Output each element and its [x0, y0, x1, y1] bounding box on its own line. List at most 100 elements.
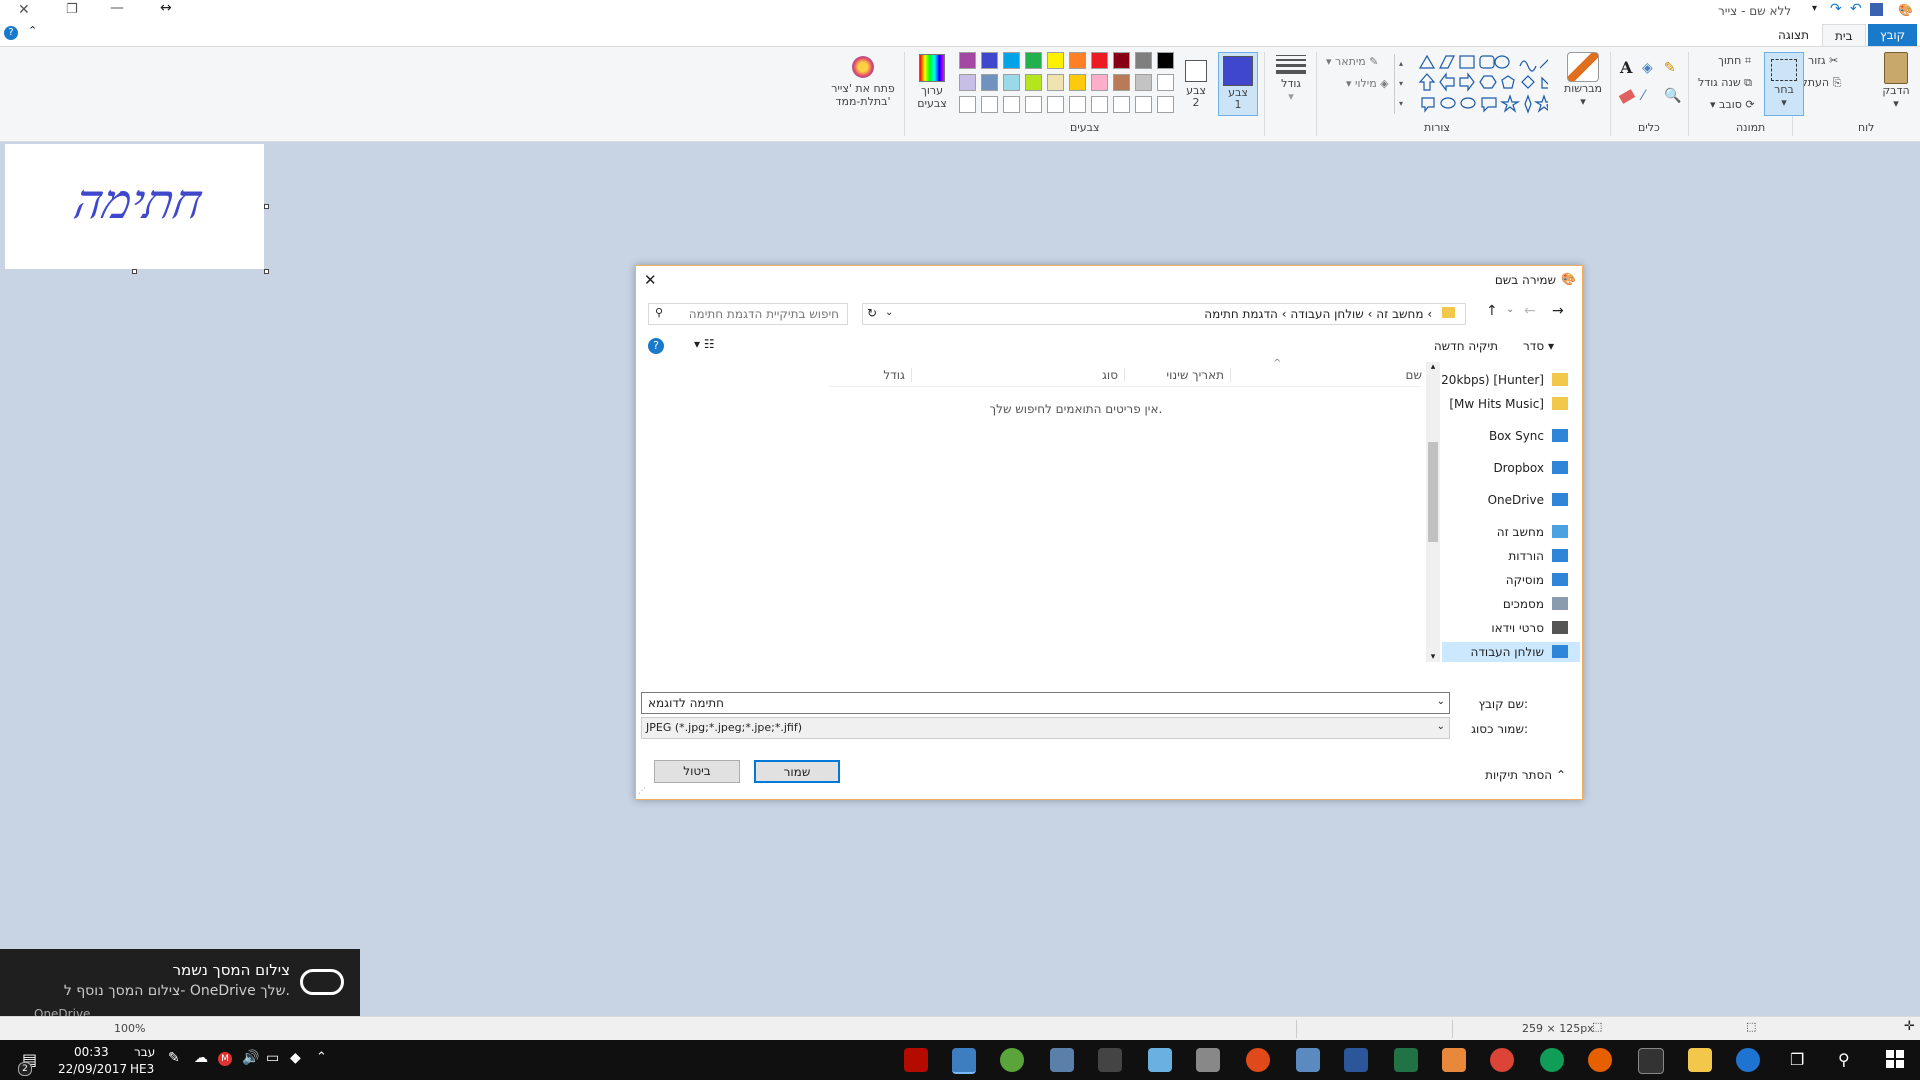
- address-bar[interactable]: ↻ ⌄ › מחשב זה › שולחן העבודה › הדגמת חתי…: [862, 303, 1466, 325]
- fill-bucket-icon[interactable]: ◈: [1642, 60, 1653, 76]
- volume-icon[interactable]: 🔊: [242, 1050, 259, 1066]
- saveas-type-select[interactable]: JPEG (*.jpg;*.jpeg;*.jpe;*.jfif) ⌄: [641, 717, 1450, 739]
- palette-swatch[interactable]: [981, 52, 998, 69]
- tab-view[interactable]: תצוגה: [1766, 24, 1821, 46]
- filename-dropdown-icon[interactable]: ⌄: [1437, 696, 1445, 707]
- store-icon[interactable]: [1638, 1048, 1664, 1074]
- onedrive-tray-icon[interactable]: ☁: [194, 1050, 208, 1066]
- address-dropdown-icon[interactable]: ⌄: [885, 307, 893, 318]
- palette-empty-swatch[interactable]: [981, 96, 998, 113]
- word-icon[interactable]: [1344, 1048, 1368, 1072]
- tray-overflow-icon[interactable]: ⌃: [316, 1050, 327, 1065]
- palette-swatch[interactable]: [1025, 74, 1042, 91]
- firefox-icon[interactable]: [1588, 1048, 1612, 1072]
- palette-swatch[interactable]: [1135, 52, 1152, 69]
- size-button[interactable]: גודל ▾: [1272, 52, 1310, 116]
- nav-item[interactable]: מוסיקה: [1442, 570, 1580, 590]
- minimize-window-button[interactable]: —: [110, 0, 124, 16]
- color-picker-icon[interactable]: ⁄: [1642, 88, 1644, 104]
- breadcrumb-item[interactable]: הדגמת חתימה: [1204, 307, 1278, 321]
- input-language[interactable]: עבר: [134, 1045, 155, 1059]
- dialog-help-icon[interactable]: ?: [648, 338, 664, 354]
- app-s-icon[interactable]: [1246, 1048, 1270, 1072]
- search-taskbar-icon[interactable]: ⚲: [1838, 1050, 1850, 1069]
- column-date[interactable]: תאריך שינוי: [1134, 368, 1231, 382]
- palette-swatch[interactable]: [981, 74, 998, 91]
- text-tool-icon[interactable]: A: [1620, 58, 1632, 77]
- palette-swatch[interactable]: [1091, 74, 1108, 91]
- chrome-icon[interactable]: [1490, 1048, 1514, 1072]
- edge-icon[interactable]: [1736, 1048, 1760, 1072]
- palette-empty-swatch[interactable]: [1091, 96, 1108, 113]
- palette-empty-swatch[interactable]: [1047, 96, 1064, 113]
- clock-time[interactable]: 00:33: [74, 1045, 109, 1059]
- resize-button[interactable]: שנה גודל ⧉: [1698, 76, 1752, 90]
- cancel-button[interactable]: ביטול: [654, 760, 740, 783]
- palette-swatch[interactable]: [1069, 52, 1086, 69]
- resize-handle-corner[interactable]: [264, 269, 269, 274]
- hide-folders-button[interactable]: הסתר תיקיות ⌃: [1485, 768, 1566, 782]
- nav-item[interactable]: מחשב זה: [1442, 522, 1580, 542]
- close-window-button[interactable]: ✕: [18, 2, 30, 18]
- nav-item[interactable]: שולחן העבודה: [1442, 642, 1580, 662]
- new-folder-button[interactable]: תיקיה חדשה: [1434, 339, 1498, 353]
- palette-empty-swatch[interactable]: [1069, 96, 1086, 113]
- drawing-canvas[interactable]: חתימה: [5, 144, 264, 269]
- utorrent-icon[interactable]: [1000, 1048, 1024, 1072]
- palette-swatch[interactable]: [1113, 52, 1130, 69]
- acrobat-icon[interactable]: [904, 1048, 928, 1072]
- powerpoint-icon[interactable]: [1442, 1048, 1466, 1072]
- palette-swatch[interactable]: [959, 74, 976, 91]
- palette-empty-swatch[interactable]: [1157, 96, 1174, 113]
- undo-icon[interactable]: ↶: [1850, 1, 1862, 17]
- column-name[interactable]: שם: [1386, 368, 1422, 382]
- back-button[interactable]: →: [1552, 303, 1564, 319]
- palette-swatch[interactable]: [1135, 74, 1152, 91]
- nav-item[interactable]: [Mw Hits Music]: [1442, 394, 1580, 414]
- file-explorer-icon[interactable]: [1688, 1048, 1712, 1072]
- palette-empty-swatch[interactable]: [1135, 96, 1152, 113]
- color-palette[interactable]: [955, 52, 1175, 118]
- device-icon[interactable]: [1296, 1048, 1320, 1072]
- palette-swatch[interactable]: [1003, 52, 1020, 69]
- network-icon[interactable]: ▭: [266, 1050, 279, 1066]
- resize-handle-right[interactable]: [264, 204, 269, 209]
- view-options-icon[interactable]: ▾ ☷: [694, 337, 715, 351]
- palette-swatch[interactable]: [1091, 52, 1108, 69]
- dropbox-tray-icon[interactable]: ◆: [290, 1050, 301, 1066]
- nav-item[interactable]: Box Sync: [1442, 426, 1580, 446]
- nav-item[interactable]: הורדות: [1442, 546, 1580, 566]
- palette-swatch[interactable]: [1157, 52, 1174, 69]
- palette-swatch[interactable]: [1113, 74, 1130, 91]
- palette-empty-swatch[interactable]: [1003, 96, 1020, 113]
- brushes-button[interactable]: מברשות ▾: [1562, 52, 1604, 116]
- crop-button[interactable]: חתוך ⌗: [1718, 54, 1751, 68]
- recent-dropdown-icon[interactable]: ⌄: [1506, 304, 1514, 315]
- palette-empty-swatch[interactable]: [1113, 96, 1130, 113]
- palette-swatch[interactable]: [1047, 74, 1064, 91]
- outline-button[interactable]: ▾ מיתאר ✎: [1326, 55, 1378, 68]
- task-view-icon[interactable]: ❐: [1790, 1050, 1804, 1069]
- nav-scroll-thumb[interactable]: [1428, 442, 1438, 542]
- paste-button[interactable]: הדבק ▾: [1878, 52, 1914, 116]
- select-button[interactable]: בחר ▾: [1764, 52, 1804, 116]
- palette-empty-swatch[interactable]: [959, 96, 976, 113]
- breadcrumb-item[interactable]: מחשב זה: [1376, 307, 1423, 321]
- shapes-scroll[interactable]: ▴ ▾ ▾: [1394, 54, 1407, 114]
- edit-colors-button[interactable]: ערוך צבעים: [912, 52, 952, 116]
- breadcrumb-item[interactable]: שולחן העבודה: [1290, 307, 1363, 321]
- search-box[interactable]: ⚲ חיפוש בתיקיית הדגמת חתימה: [648, 303, 848, 325]
- notes-icon[interactable]: [1148, 1048, 1172, 1072]
- save-icon[interactable]: [1870, 3, 1883, 16]
- calculator-icon[interactable]: [1098, 1048, 1122, 1072]
- clock-date[interactable]: 22/09/2017: [58, 1062, 127, 1076]
- palette-swatch[interactable]: [1157, 74, 1174, 91]
- nav-item[interactable]: Dropbox: [1442, 458, 1580, 478]
- column-type[interactable]: סוג: [1028, 368, 1125, 382]
- save-button[interactable]: שמור: [754, 760, 840, 783]
- cut-button[interactable]: גזור ✂: [1808, 54, 1838, 67]
- nav-item[interactable]: סרטי וידאו: [1442, 618, 1580, 638]
- dialog-close-button[interactable]: ✕: [644, 271, 657, 289]
- open-paint3d-button[interactable]: פתח את 'צייר בתלת-ממד': [828, 52, 898, 116]
- palette-swatch[interactable]: [1047, 52, 1064, 69]
